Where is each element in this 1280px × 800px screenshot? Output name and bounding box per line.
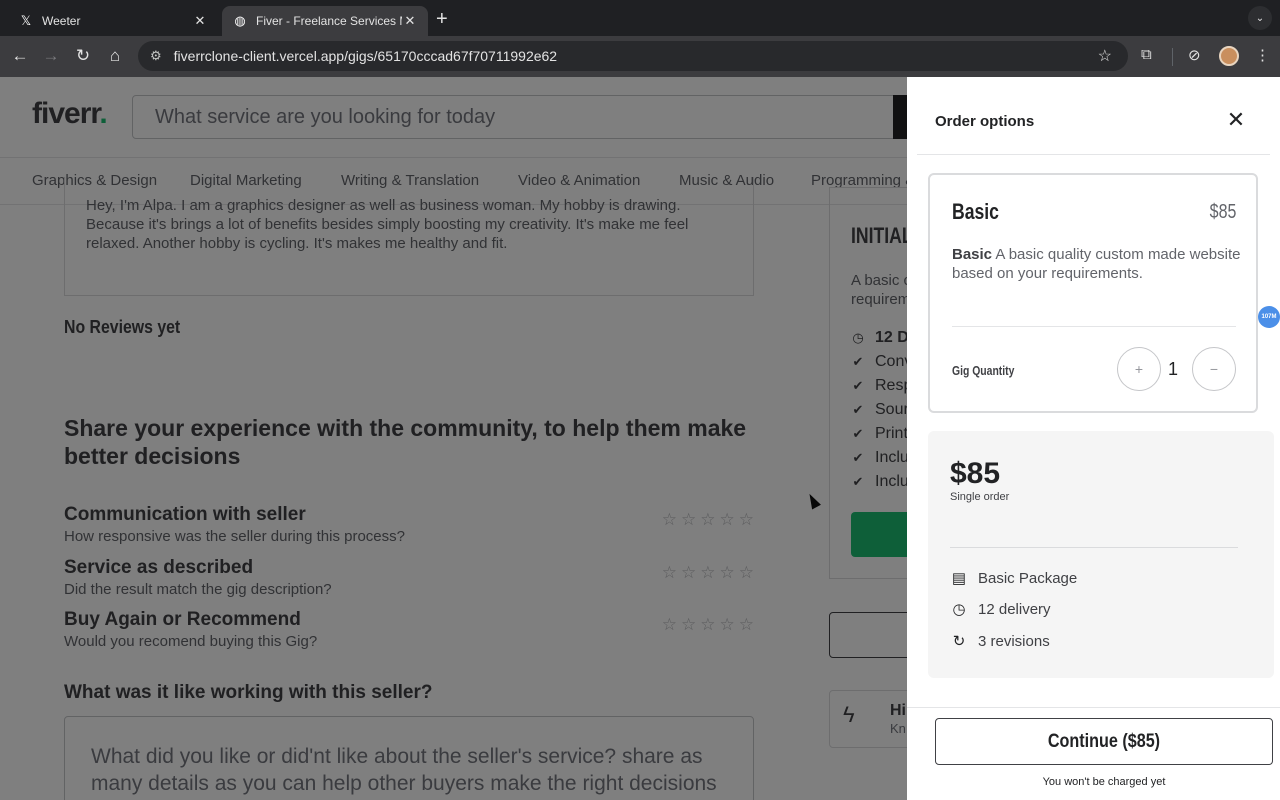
summary-text: 3 revisions (978, 632, 1050, 650)
extension-badge[interactable]: 107M (1258, 306, 1280, 328)
summary-item: ↻ 3 revisions (950, 632, 1050, 651)
browser-menu-icon[interactable]: ⋮ (1255, 46, 1270, 64)
extensions-icon[interactable]: ⧉ (1141, 46, 1152, 63)
order-type: Single order (950, 491, 1010, 503)
package-option-card[interactable]: Basic $85 Basic A basic quality custom m… (928, 173, 1258, 413)
total-price: $85 (950, 457, 1001, 490)
tab-fiver[interactable]: ◍ Fiver - Freelance Services Ma ✕ (222, 6, 428, 36)
summary-item: ◷ 12 delivery (950, 600, 1051, 619)
toolbar-separator (1172, 48, 1173, 66)
order-summary: $85 Single order ▤ Basic Package ◷ 12 de… (928, 431, 1274, 678)
quantity-value: 1 (1168, 359, 1179, 379)
quantity-label: Gig Quantity (952, 363, 1015, 378)
tab-search-button[interactable]: ⌄ (1248, 6, 1272, 30)
continue-label: Continue ($85) (1047, 730, 1161, 752)
desc-text: A basic quality custom made website base… (952, 246, 1241, 282)
divider (952, 326, 1236, 327)
site-settings-icon[interactable]: ⚙ (150, 48, 162, 64)
quantity-decrease-button[interactable]: − (1192, 347, 1236, 391)
order-options-drawer: Order options ✕ Basic $85 Basic A basic … (907, 77, 1280, 800)
option-name: Basic (952, 199, 999, 224)
profile-avatar[interactable] (1219, 46, 1239, 66)
close-tab-icon[interactable]: ✕ (192, 13, 208, 29)
drawer-title: Order options (935, 113, 1035, 130)
url-text: fiverrclone-client.vercel.app/gigs/65170… (173, 48, 558, 64)
revisions-icon: ↻ (952, 633, 966, 650)
desc-bold: Basic (952, 246, 993, 263)
reload-button[interactable]: ↻ (71, 44, 95, 68)
close-tab-icon[interactable]: ✕ (402, 13, 418, 29)
divider (950, 547, 1238, 548)
option-description: Basic A basic quality custom made websit… (952, 245, 1242, 283)
quantity-increase-button[interactable]: + (1117, 347, 1161, 391)
divider (917, 154, 1270, 155)
continue-button[interactable]: Continue ($85) (935, 718, 1273, 765)
x-logo-icon: 𝕏 (20, 13, 32, 28)
no-charge-note: You won't be charged yet (1042, 776, 1166, 788)
option-price: $85 (1209, 201, 1236, 223)
divider (907, 707, 1280, 708)
summary-text: 12 delivery (978, 600, 1051, 618)
extension-icon[interactable]: ⊘ (1188, 46, 1201, 64)
package-icon: ▤ (951, 570, 967, 587)
browser-toolbar: ← → ↻ ⌂ ⚙ fiverrclone-client.vercel.app/… (0, 36, 1280, 77)
summary-item: ▤ Basic Package (950, 569, 1078, 588)
home-button[interactable]: ⌂ (103, 44, 127, 68)
bookmark-star-icon[interactable]: ☆ (1098, 46, 1112, 66)
close-icon[interactable]: ✕ (1225, 109, 1247, 131)
clock-icon: ◷ (952, 601, 966, 618)
tab-title: Weeter (42, 14, 81, 28)
back-button[interactable]: ← (8, 44, 32, 68)
globe-icon: ◍ (234, 13, 246, 28)
summary-text: Basic Package (978, 569, 1078, 587)
tab-weeter[interactable]: 𝕏 Weeter ✕ (8, 6, 218, 36)
page: fiverr. What service are you looking for… (0, 77, 1280, 800)
forward-button[interactable]: → (39, 44, 63, 68)
address-bar[interactable]: ⚙ fiverrclone-client.vercel.app/gigs/651… (138, 41, 1128, 71)
tab-title: Fiver - Freelance Services Ma (256, 14, 402, 28)
browser-tab-bar: 𝕏 Weeter ✕ ◍ Fiver - Freelance Services … (0, 0, 1280, 36)
new-tab-button[interactable]: + (436, 8, 448, 31)
